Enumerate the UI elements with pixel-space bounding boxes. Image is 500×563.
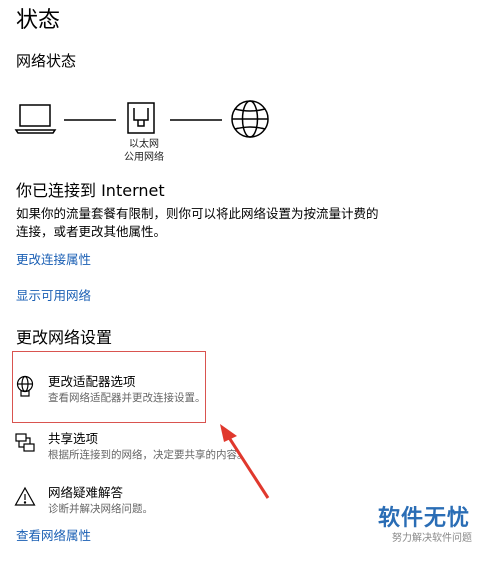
- show-available-networks-link[interactable]: 显示可用网络: [16, 287, 91, 305]
- connection-description: 如果你的流量套餐有限制，则你可以将此网络设置为按流量计费的连接，或者更改其他属性…: [16, 206, 379, 239]
- network-status-heading: 网络状态: [16, 52, 77, 70]
- adapter-profile: 公用网络: [124, 152, 164, 163]
- globe-icon: [231, 100, 269, 138]
- watermark: 软件无忧 努力解决软件问题: [378, 506, 486, 546]
- watermark-logo-text: 软件无忧: [378, 506, 471, 531]
- pointer-arrow: [220, 424, 270, 499]
- sharing-icon: [15, 433, 35, 452]
- watermark-tagline: 努力解决软件问题: [392, 533, 472, 544]
- option-title: 网络疑难解答: [48, 485, 124, 500]
- change-connection-properties-link[interactable]: 更改连接属性: [16, 251, 91, 269]
- adapter-label: 以太网 公用网络: [118, 138, 170, 164]
- view-network-properties-link[interactable]: 查看网络属性: [16, 527, 91, 545]
- highlight-box: [12, 351, 206, 423]
- laptop-icon: [14, 104, 57, 134]
- ethernet-icon: [127, 102, 155, 134]
- option-description: 诊断并解决网络问题。: [48, 503, 153, 515]
- change-settings-heading: 更改网络设置: [16, 328, 113, 347]
- connection-status-title: 你已连接到 Internet: [16, 181, 165, 200]
- page-title: 状态: [16, 8, 61, 33]
- adapter-name: 以太网: [129, 139, 159, 150]
- warning-icon: [14, 486, 36, 506]
- option-title: 共享选项: [48, 431, 99, 446]
